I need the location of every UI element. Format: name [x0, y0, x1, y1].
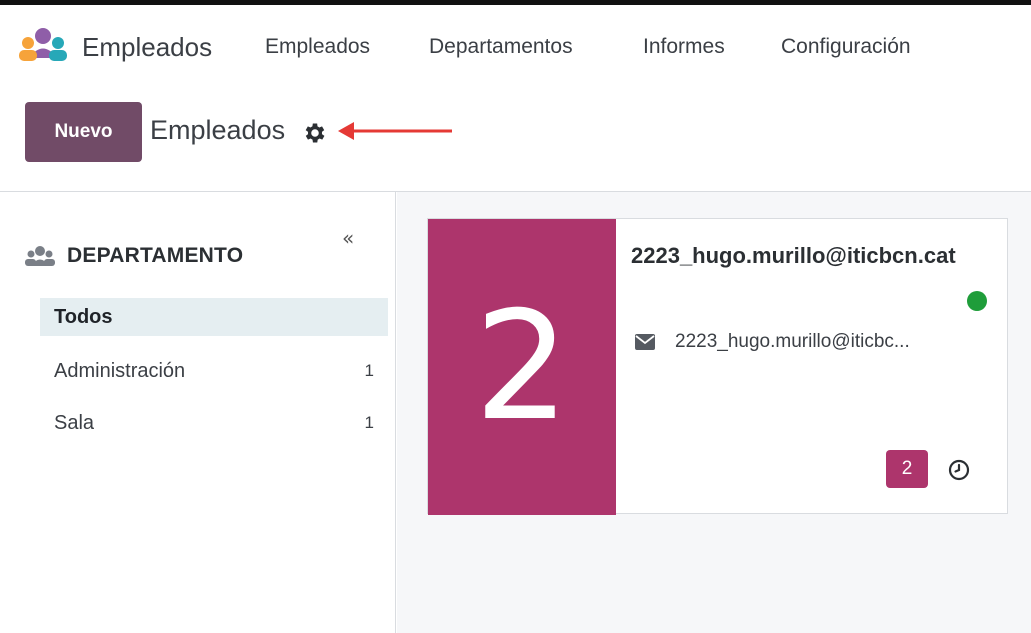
annotation-arrow: [338, 122, 452, 140]
nav-departamentos[interactable]: Departamentos: [429, 35, 573, 59]
collapse-sidebar-icon[interactable]: «: [342, 226, 354, 250]
sidebar-item-sala[interactable]: Sala 1: [40, 404, 388, 442]
department-section-header: DEPARTAMENTO: [25, 244, 243, 268]
sidebar-item-label: Todos: [54, 305, 113, 328]
activity-count-badge[interactable]: 2: [886, 450, 928, 488]
sidebar-item-count: 1: [364, 413, 374, 432]
top-navbar: Empleados Empleados Departamentos Inform…: [0, 5, 1031, 87]
page-title: Empleados: [150, 115, 286, 145]
gear-icon[interactable]: [302, 120, 328, 146]
kanban-area: 2 2223_hugo.murillo@iticbcn.cat 2223_hug…: [397, 192, 1031, 633]
users-icon: [25, 246, 55, 266]
employee-name: 2223_hugo.murillo@iticbcn.cat: [631, 243, 956, 268]
employee-card[interactable]: 2 2223_hugo.murillo@iticbcn.cat 2223_hug…: [427, 218, 1008, 515]
clock-icon[interactable]: [948, 459, 970, 481]
sidebar-item-administracion[interactable]: Administración 1: [40, 352, 388, 390]
employees-app-icon[interactable]: [18, 27, 68, 65]
envelope-icon: [635, 334, 655, 350]
sidebar-item-label: Administración: [54, 359, 186, 382]
new-button[interactable]: Nuevo: [25, 102, 142, 162]
avatar-initial: 2: [474, 280, 570, 454]
nav-informes[interactable]: Informes: [643, 35, 725, 59]
nav-configuracion[interactable]: Configuración: [781, 35, 911, 59]
department-sidebar: « DEPARTAMENTO Todos Administración 1 Sa…: [0, 192, 396, 633]
sidebar-item-count: 1: [364, 361, 374, 380]
employee-email-row: 2223_hugo.murillo@iticbc...: [635, 331, 910, 353]
app-name[interactable]: Empleados: [82, 32, 212, 63]
sidebar-item-todos[interactable]: Todos: [40, 298, 388, 336]
nav-empleados[interactable]: Empleados: [265, 35, 370, 59]
sidebar-item-label: Sala: [54, 411, 95, 434]
department-section-title: DEPARTAMENTO: [67, 244, 244, 267]
employee-email: 2223_hugo.murillo@iticbc...: [675, 331, 910, 352]
presence-status-dot: [967, 291, 987, 311]
employee-avatar: 2: [428, 219, 616, 515]
